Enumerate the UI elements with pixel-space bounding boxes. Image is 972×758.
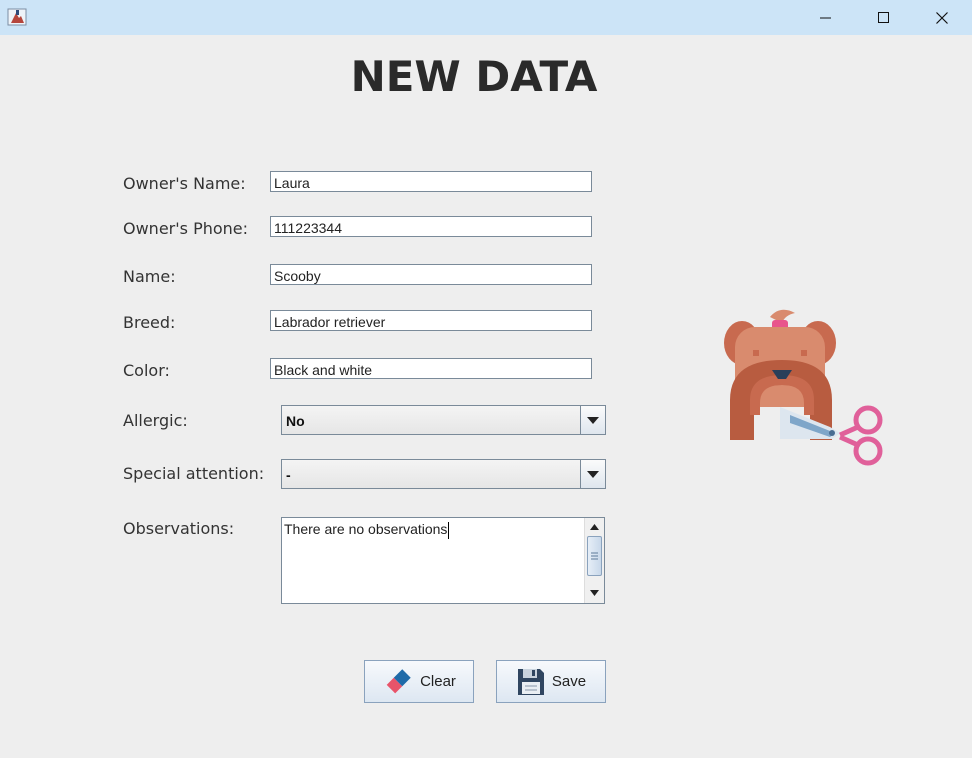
owner-name-label: Owner's Name: [123, 174, 246, 193]
observations-text-wrap: There are no observations [284, 521, 450, 539]
minimize-icon [820, 17, 831, 18]
eraser-icon [386, 668, 411, 693]
allergic-label: Allergic: [123, 411, 188, 430]
observations-textarea[interactable]: There are no observations [281, 517, 605, 604]
color-label: Color: [123, 361, 170, 380]
grip-icon [591, 552, 598, 560]
observations-scrollbar[interactable] [584, 518, 604, 603]
scroll-down-icon [590, 590, 599, 596]
allergic-dropdown-button[interactable] [580, 406, 605, 434]
dog-grooming-icon [720, 305, 890, 475]
scroll-thumb[interactable] [587, 536, 602, 576]
save-button[interactable]: Save [496, 660, 606, 703]
owner-name-field[interactable]: Laura [270, 171, 592, 192]
maximize-button[interactable] [855, 0, 913, 35]
close-icon [936, 11, 948, 24]
floppy-disk-icon [517, 668, 544, 695]
observations-label: Observations: [123, 519, 235, 538]
close-button[interactable] [913, 0, 971, 35]
minimize-button[interactable] [797, 0, 855, 35]
breed-label: Breed: [123, 313, 176, 332]
clear-button[interactable]: Clear [364, 660, 474, 703]
allergic-selected-value: No [286, 413, 305, 429]
name-label: Name: [123, 267, 176, 286]
special-attention-select[interactable]: - [281, 459, 606, 489]
name-field[interactable]: Scooby [270, 264, 592, 285]
java-app-icon [7, 7, 27, 27]
owner-phone-label: Owner's Phone: [123, 219, 249, 238]
scroll-up-button[interactable] [586, 519, 603, 535]
observations-text: There are no observations [284, 521, 448, 537]
scroll-down-button[interactable] [586, 585, 603, 601]
text-caret [448, 521, 450, 539]
breed-field[interactable]: Labrador retriever [270, 310, 592, 331]
owner-phone-field[interactable]: 111223344 [270, 216, 592, 237]
title-bar [0, 0, 972, 35]
special-attention-label: Special attention: [123, 464, 265, 483]
scroll-up-icon [590, 524, 599, 530]
allergic-select[interactable]: No [281, 405, 606, 435]
save-button-label: Save [551, 673, 587, 690]
clear-button-label: Clear [420, 673, 456, 690]
maximize-icon [878, 11, 889, 23]
special-attention-dropdown-button[interactable] [580, 460, 605, 488]
page-title: NEW DATA [350, 52, 598, 101]
color-field[interactable]: Black and white [270, 358, 592, 379]
chevron-down-icon [587, 470, 599, 478]
chevron-down-icon [587, 416, 599, 424]
special-attention-selected-value: - [286, 467, 291, 483]
